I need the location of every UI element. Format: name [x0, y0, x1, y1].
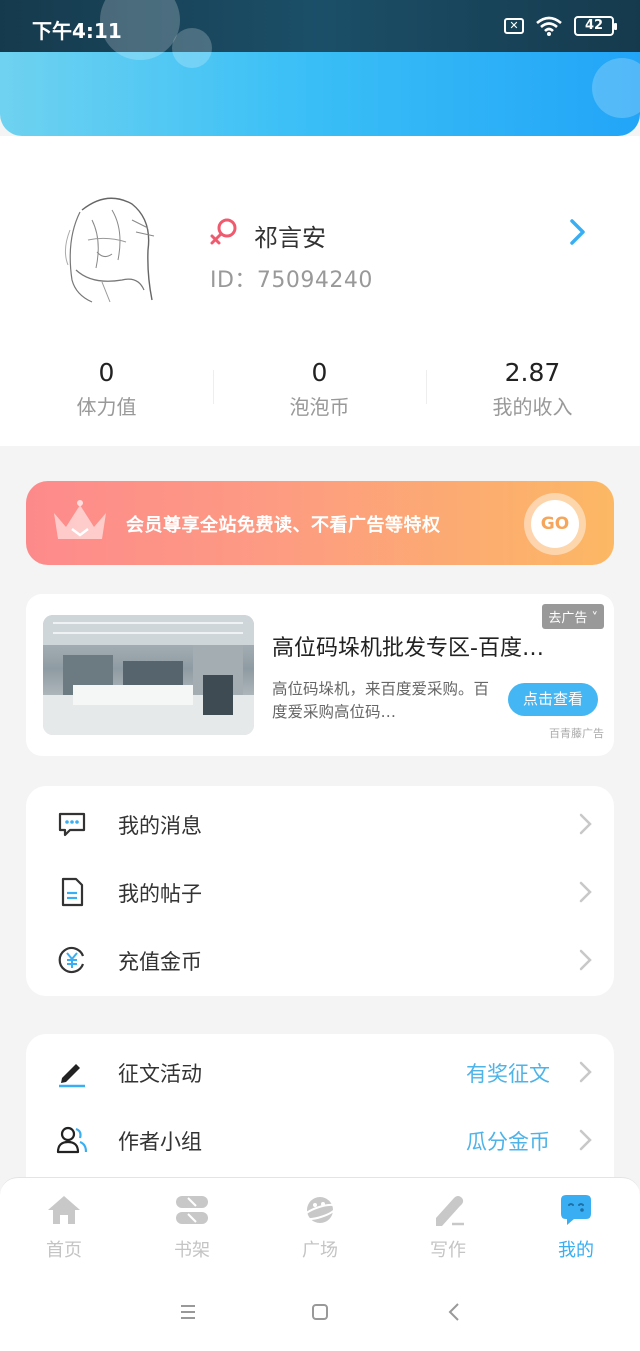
wifi-icon: [536, 16, 562, 36]
stat-value: 0: [98, 358, 115, 387]
avatar[interactable]: [52, 190, 162, 306]
tab-home[interactable]: 首页: [0, 1178, 128, 1276]
status-bar: 下午4:11 ✕ 42: [0, 0, 640, 52]
tab-label: 书架: [174, 1240, 210, 1261]
chevron-right-icon: [579, 813, 592, 835]
battery-icon: 42: [574, 16, 617, 36]
menu-label: 作者小组: [118, 1130, 202, 1154]
menu-item-posts[interactable]: 我的帖子: [26, 862, 614, 922]
home-icon: [48, 1196, 80, 1224]
username: 祁言安: [254, 224, 326, 252]
remove-ad-button[interactable]: 去广告 ˅: [542, 604, 604, 629]
ad-title: 高位码垛机批发专区-百度…: [272, 636, 544, 661]
stat-bubble-coins[interactable]: 0 泡泡币: [213, 358, 426, 428]
stat-value: 2.87: [504, 358, 561, 387]
profile-card: 祁言安 ID：75094240 0 体力值 0 泡泡币 2.87 我的收入: [0, 136, 640, 446]
tab-label: 我的: [558, 1240, 594, 1261]
system-navigation-bar: [0, 1275, 640, 1351]
chevron-right-icon: [579, 949, 592, 971]
vip-text: 会员尊享全站免费读、不看广告等特权: [126, 515, 441, 536]
menu-label: 充值金币: [118, 950, 202, 974]
chevron-right-icon: [579, 1129, 592, 1151]
group-icon: [56, 1126, 88, 1154]
menu-label: 我的消息: [118, 814, 202, 838]
me-chat-icon: [561, 1195, 591, 1225]
tab-label: 首页: [46, 1240, 82, 1261]
go-label: GO: [531, 500, 579, 548]
tab-plaza[interactable]: 广场: [256, 1178, 384, 1276]
write-icon: [436, 1196, 464, 1226]
yuan-coin-icon: [58, 946, 85, 974]
home-button-icon[interactable]: [305, 1297, 335, 1327]
stat-income[interactable]: 2.87 我的收入: [426, 358, 639, 428]
document-icon: [61, 877, 84, 907]
stat-label: 我的收入: [492, 395, 573, 419]
vip-banner[interactable]: 会员尊享全站免费读、不看广告等特权 GO: [26, 481, 614, 565]
status-time: 下午4:11: [32, 19, 122, 43]
menu-extra: 瓜分金币: [466, 1130, 550, 1154]
ad-card[interactable]: 去广告 ˅ 高位码垛机批发专区-百度… 高位码垛机，来百度爱采购。百度爱采购高位…: [26, 594, 614, 756]
message-icon: [58, 812, 86, 837]
ad-image: [43, 615, 254, 735]
stat-label: 体力值: [76, 395, 137, 419]
menu-item-messages[interactable]: 我的消息: [26, 794, 614, 854]
female-gender-icon: [210, 218, 237, 245]
no-sim-icon: ✕: [504, 18, 524, 34]
menu-icon[interactable]: [173, 1297, 203, 1327]
tab-me[interactable]: 我的: [512, 1178, 640, 1276]
menu-label: 我的帖子: [118, 882, 202, 906]
menu-label: 征文活动: [118, 1062, 202, 1086]
pen-icon: [59, 1064, 85, 1088]
menu-card-primary: 我的消息 我的帖子 充值金币: [26, 786, 614, 996]
ad-view-button[interactable]: 点击查看: [508, 683, 598, 716]
planet-icon: [302, 1197, 338, 1223]
stat-label: 泡泡币: [289, 395, 350, 419]
stat-stamina[interactable]: 0 体力值: [0, 358, 213, 428]
bottom-tab-bar: 首页 书架 广场 写作 我的: [0, 1177, 640, 1275]
crown-icon: [54, 500, 106, 539]
chevron-right-icon[interactable]: [566, 216, 590, 248]
go-button[interactable]: GO: [524, 493, 586, 555]
back-icon[interactable]: [440, 1297, 470, 1327]
menu-card-secondary: 征文活动 有奖征文 作者小组 瓜分金币: [26, 1034, 614, 1184]
chevron-right-icon: [579, 881, 592, 903]
menu-item-author-group[interactable]: 作者小组 瓜分金币: [26, 1110, 614, 1170]
tab-bookshelf[interactable]: 书架: [128, 1178, 256, 1276]
ad-source: 百青藤广告: [549, 727, 604, 740]
tab-write[interactable]: 写作: [384, 1178, 512, 1276]
profile-stats: 0 体力值 0 泡泡币 2.87 我的收入: [0, 358, 640, 428]
menu-item-recharge[interactable]: 充值金币: [26, 930, 614, 990]
stat-value: 0: [311, 358, 328, 387]
menu-extra: 有奖征文: [466, 1062, 550, 1086]
menu-item-essay-contest[interactable]: 征文活动 有奖征文: [26, 1042, 614, 1102]
bookshelf-icon: [176, 1196, 208, 1224]
user-id: ID：75094240: [210, 268, 373, 293]
tab-label: 广场: [302, 1240, 338, 1261]
chevron-right-icon: [579, 1061, 592, 1083]
tab-label: 写作: [430, 1240, 466, 1261]
ad-description: 高位码垛机，来百度爱采购。百度爱采购高位码…: [272, 680, 490, 721]
